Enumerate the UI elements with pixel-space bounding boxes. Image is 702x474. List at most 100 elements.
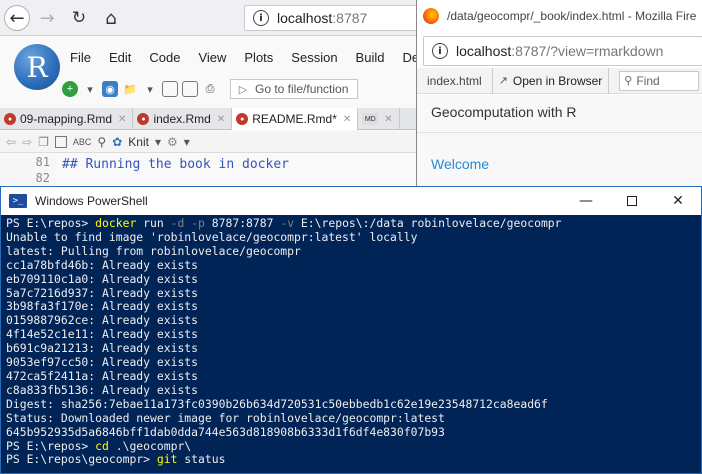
minimize-icon: —: [579, 193, 593, 209]
rstudio-browser-window: ← → ↻ ⌂ i localhost:8787 R File Edit Cod…: [0, 0, 420, 190]
chevron-down-icon[interactable]: ▾: [155, 135, 161, 149]
md-icon: MD: [362, 113, 379, 125]
menu-session[interactable]: Session: [291, 50, 337, 70]
minimize-button[interactable]: —: [563, 187, 609, 215]
menu-view[interactable]: View: [198, 50, 226, 70]
save-icon[interactable]: [162, 81, 178, 97]
menu-file[interactable]: File: [70, 50, 91, 70]
console-line: latest: Pulling from robinlovelace/geoco…: [6, 243, 701, 259]
home-icon: ⌂: [105, 7, 117, 29]
console-line: c8a833fb5136: Already exists: [6, 382, 701, 398]
gear-icon[interactable]: ⚙: [167, 135, 178, 149]
reload-button[interactable]: ↻: [66, 5, 92, 31]
console-text: -v: [280, 216, 295, 230]
console-text: status: [177, 452, 226, 467]
console-text: E:\repos\:/data robinlovelace/geocompr: [294, 216, 562, 230]
scrollbar[interactable]: [685, 215, 701, 473]
console-text: PS E:\repos>: [6, 438, 96, 453]
console-text: PS E:\repos>: [6, 216, 96, 230]
spellcheck-button[interactable]: ABC: [73, 137, 92, 147]
console-text: cd: [95, 438, 109, 453]
home-button[interactable]: ⌂: [98, 5, 124, 31]
find-replace-icon[interactable]: ⚲: [97, 135, 106, 149]
close-icon[interactable]: ✕: [118, 114, 126, 125]
close-icon[interactable]: ✕: [343, 114, 351, 125]
console-text: c8a833fb5136: Already exists: [6, 382, 199, 397]
close-button[interactable]: ✕: [655, 187, 701, 215]
console-text: b691c9a21213: Already exists: [6, 341, 199, 356]
console-text: 5a7c7216d937: Already exists: [6, 285, 199, 300]
menu-code[interactable]: Code: [149, 50, 180, 70]
rstudio-toolbar: + ▾ ◉ 📁 ▾ ⎙ ▷ Go to file/function: [62, 78, 420, 100]
dropdown-arrow-icon[interactable]: ▾: [142, 81, 158, 97]
url-rest: :8787/?view=rmarkdown: [511, 43, 664, 59]
maximize-button[interactable]: [609, 187, 655, 215]
tab-readme-rmd[interactable]: ● README.Rmd* ✕: [232, 108, 359, 130]
console-output[interactable]: PS E:\repos> docker run -d -p 8787:8787 …: [1, 215, 701, 473]
console-line: PS E:\repos> cd .\geocompr\: [6, 438, 701, 454]
url-host: localhost: [277, 10, 333, 26]
console-text: docker: [95, 216, 137, 230]
powershell-icon: >_: [9, 194, 27, 208]
viewer-toolbar: index.html ↗ Open in Browser ⚲ Find: [417, 67, 702, 94]
firefox-icon: [423, 8, 439, 24]
find-input[interactable]: ⚲ Find: [619, 70, 700, 91]
save-all-icon[interactable]: [182, 81, 198, 97]
open-in-browser-icon: ↗: [498, 75, 508, 87]
tab-md-file[interactable]: MD ✕: [358, 108, 400, 130]
forward-source-icon[interactable]: ⇨: [22, 135, 32, 149]
console-text: 0159887962ce: Already exists: [6, 313, 199, 328]
console-line: 3b98fa3f170e: Already exists: [6, 299, 701, 314]
rmd-icon: ●: [236, 113, 249, 125]
forward-button[interactable]: →: [34, 5, 60, 31]
open-in-browser-label: Open in Browser: [512, 73, 603, 88]
dropdown-arrow-icon[interactable]: ▾: [82, 81, 98, 97]
tab-09-mapping[interactable]: ● 09-mapping.Rmd ✕: [0, 108, 134, 130]
line-number: 81: [35, 155, 50, 169]
tab-label: index.Rmd: [153, 112, 211, 126]
welcome-link[interactable]: Welcome: [431, 156, 489, 172]
book-title: Geocomputation with R: [431, 104, 577, 120]
console-text: 8787:8787: [204, 216, 281, 230]
close-icon[interactable]: ✕: [217, 114, 225, 125]
site-info-icon[interactable]: i: [432, 43, 448, 59]
console-text: 645b952935d5a6846bff1dab0dda744e563d8189…: [6, 424, 445, 439]
menu-build[interactable]: Build: [356, 50, 385, 70]
back-source-icon[interactable]: ⇦: [6, 135, 16, 149]
console-text: latest: Pulling from robinlovelace/geoco…: [6, 243, 301, 258]
maximize-icon: [627, 196, 637, 206]
console-line: Status: Downloaded newer image for robin…: [6, 411, 701, 426]
console-line: 9053ef97cc50: Already exists: [6, 355, 701, 370]
close-icon[interactable]: ✕: [384, 114, 392, 125]
new-file-icon[interactable]: +: [62, 81, 78, 97]
code-line[interactable]: ## Running the book in docker: [62, 157, 289, 172]
knit-icon[interactable]: ✿: [112, 135, 122, 149]
open-folder-icon[interactable]: 📁: [122, 81, 138, 97]
firefox-viewer-window: /data/geocompr/_book/index.html - Mozill…: [416, 0, 702, 190]
save-icon[interactable]: [54, 135, 67, 148]
rstudio-logo: R: [14, 44, 60, 90]
menu-plots[interactable]: Plots: [244, 50, 273, 70]
console-text: 4f14e52c1e11: Already exists: [6, 327, 199, 342]
console-line: b691c9a21213: Already exists: [6, 341, 701, 356]
back-button[interactable]: ←: [4, 5, 30, 31]
console-text: run: [136, 216, 171, 230]
print-icon[interactable]: ⎙: [202, 81, 218, 97]
tab-label: README.Rmd*: [252, 112, 337, 126]
address-bar[interactable]: i localhost:8787: [244, 5, 420, 31]
console-line: 0159887962ce: Already exists: [6, 313, 701, 328]
console-text: -p: [191, 216, 205, 230]
goto-file-function-input[interactable]: ▷ Go to file/function: [230, 79, 358, 99]
tab-index-rmd[interactable]: ● index.Rmd ✕: [133, 108, 233, 130]
firefox-address-bar[interactable]: i localhost:8787/?view=rmarkdown: [423, 36, 702, 66]
site-info-icon[interactable]: i: [253, 10, 269, 26]
chevron-down-icon[interactable]: ▾: [184, 135, 190, 149]
console-text: git: [156, 452, 178, 467]
rmd-icon: ●: [137, 113, 150, 125]
open-in-browser-button[interactable]: ↗ Open in Browser: [491, 67, 610, 94]
show-in-window-icon[interactable]: ❐: [38, 135, 49, 149]
new-project-icon[interactable]: ◉: [102, 81, 118, 97]
close-icon: ✕: [672, 193, 684, 209]
knit-button[interactable]: Knit: [128, 135, 149, 149]
menu-edit[interactable]: Edit: [109, 50, 131, 70]
